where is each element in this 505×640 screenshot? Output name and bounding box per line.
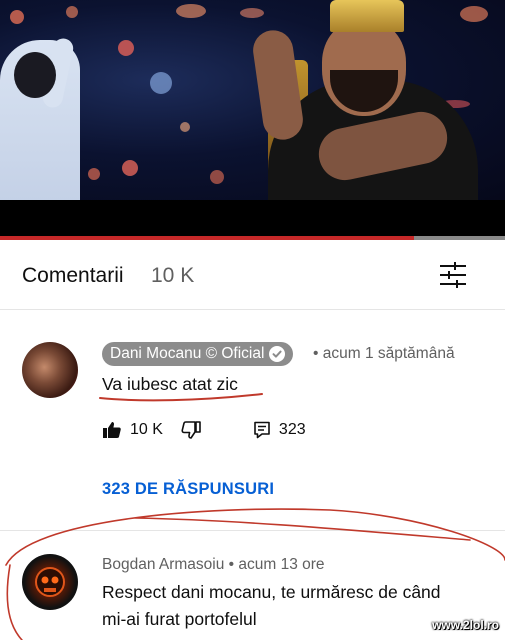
view-replies-link[interactable]: 323 DE RĂSPUNSURI [102,480,274,499]
watermark: www.2lol.ro [432,618,499,632]
comment-text-line-2: mi-ai furat portofelul [102,609,257,629]
video-player[interactable] [0,0,505,240]
like-count: 10 K [130,421,163,438]
crown-icon [330,0,404,32]
verified-check-icon [269,346,286,362]
comment-actions: 10 K 323 [102,418,306,442]
comment-time: • acum 1 săptămână [313,345,455,362]
avatar[interactable] [22,554,78,610]
divider [0,530,505,531]
comments-header: Comentarii 10 K [0,240,505,310]
video-frame [0,0,505,200]
thumbs-up-icon [103,422,121,438]
reply-count: 323 [278,421,306,438]
dislike-button[interactable] [181,421,201,439]
comment-author-line: Bogdan Armasoiu • acum 13 ore [102,556,325,573]
comments-title: Comentarii [22,264,124,287]
comments-count: 10 K [151,264,195,287]
reply-comment-icon [254,421,270,439]
avatar[interactable] [22,342,78,398]
comment-author: Dani Mocanu © Oficial [110,345,265,362]
thumbs-down-icon [181,421,201,439]
comment-text-line-1: Respect dani mocanu, te urmăresc de când [102,582,441,602]
sort-filter-icon[interactable] [438,262,468,288]
reply-button[interactable]: 323 [253,421,306,439]
comment-text: Va iubesc atat zic [102,374,238,394]
skull-icon [35,567,65,597]
channel-owner-badge[interactable]: Dani Mocanu © Oficial [102,342,294,366]
like-button[interactable]: 10 K [102,421,163,439]
